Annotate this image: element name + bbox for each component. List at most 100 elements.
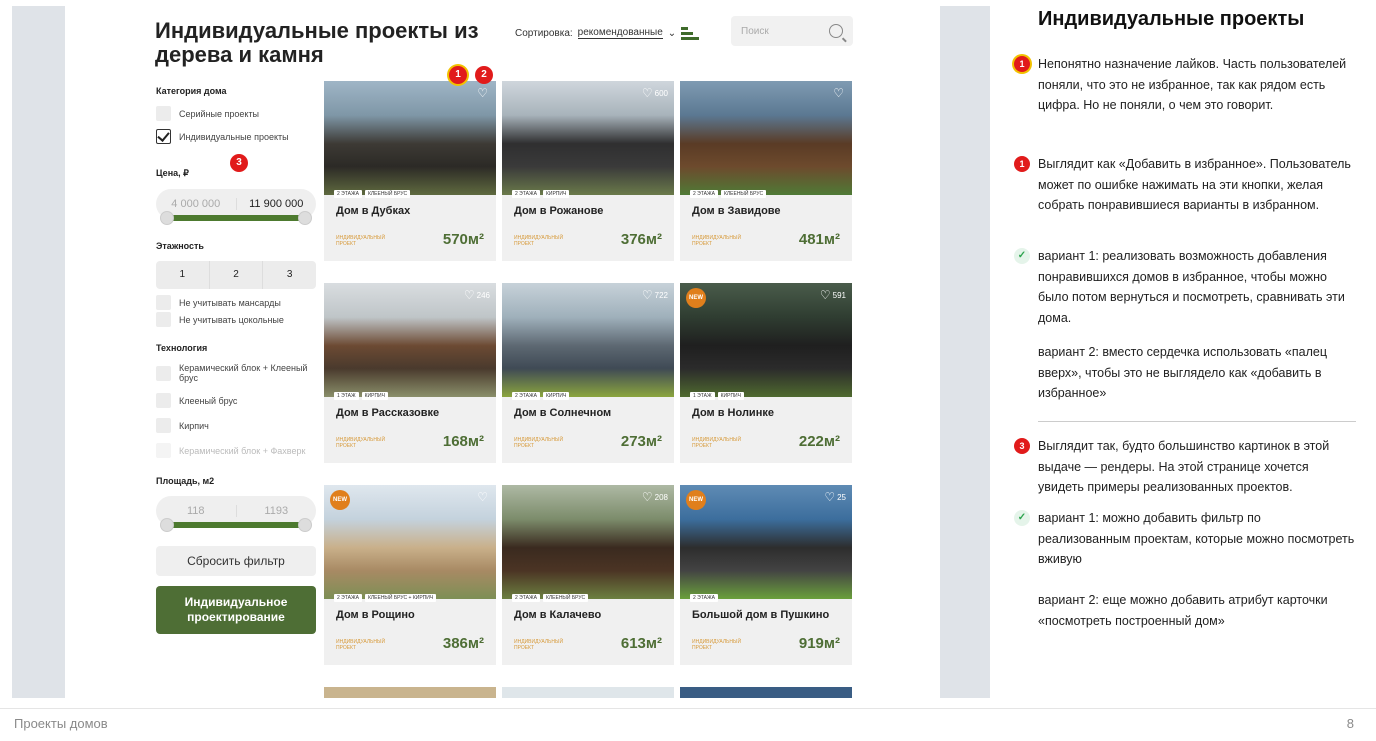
tech-option[interactable]: Кирпич bbox=[156, 418, 316, 433]
slider-handle[interactable] bbox=[298, 211, 312, 225]
presentation-slide: Индивидуальные проекты из дерева и камня… bbox=[0, 0, 1376, 741]
left-margin bbox=[12, 6, 65, 698]
like-button[interactable]: ♡ bbox=[833, 86, 846, 100]
project-card[interactable]: ♡ 246 1 ЭТАЖ КИРПИЧ Дом в Рассказовке ИНДИВИД… bbox=[324, 283, 496, 463]
basement-check[interactable]: Не учитывать цокольные bbox=[156, 312, 316, 327]
sort-order-icon[interactable] bbox=[681, 25, 700, 41]
project-name[interactable]: Дом в Рощино bbox=[336, 609, 415, 621]
like-button[interactable]: ♡ 722 bbox=[642, 288, 668, 302]
search-icon[interactable] bbox=[829, 24, 843, 38]
checkbox[interactable] bbox=[156, 295, 171, 310]
tech-option[interactable]: Керамический блок + Клееный брус bbox=[156, 363, 316, 383]
card-tags: 2 ЭТАЖА КЛЕЕНЫЙ БРУС bbox=[512, 594, 589, 602]
project-name[interactable]: Большой дом в Пушкино bbox=[692, 609, 829, 621]
heart-icon: ♡ bbox=[477, 490, 488, 504]
category-option-serial[interactable]: Серийные проекты bbox=[156, 106, 316, 121]
next-row-card[interactable] bbox=[502, 687, 674, 698]
project-name[interactable]: Дом в Нолинке bbox=[692, 407, 774, 419]
checkbox-label: Клееный брус bbox=[179, 395, 238, 406]
project-name[interactable]: Дом в Рожанове bbox=[514, 205, 603, 217]
like-button[interactable]: ♡ bbox=[477, 86, 490, 100]
project-name[interactable]: Дом в Солнечном bbox=[514, 407, 611, 419]
floor-option[interactable]: 3 bbox=[263, 261, 316, 289]
sort-value[interactable]: рекомендованные bbox=[577, 27, 663, 39]
card-tag: КИРПИЧ bbox=[542, 190, 570, 198]
card-tag: 2 ЭТАЖА bbox=[690, 594, 718, 602]
checkbox[interactable] bbox=[156, 365, 171, 381]
individual-design-button[interactable]: Индивидуальное проектирование bbox=[156, 586, 316, 634]
next-row-card[interactable] bbox=[324, 687, 496, 698]
project-card[interactable]: ♡ NEW 2 ЭТАЖА КЛЕЕНЫЙ БРУС + КИРПИЧ Дом в Ро… bbox=[324, 485, 496, 665]
tech-option[interactable]: Клееный брус bbox=[156, 393, 316, 408]
like-button[interactable]: ♡ 591 bbox=[820, 288, 846, 302]
category-option-individual[interactable]: Индивидуальные проекты bbox=[156, 129, 316, 144]
heart-icon: ♡ bbox=[819, 288, 831, 302]
project-card[interactable]: ♡ 600 2 ЭТАЖА КИРПИЧ Дом в Рожанове ИНДИВИДУА… bbox=[502, 81, 674, 261]
heart-icon: ♡ bbox=[463, 288, 475, 302]
like-button[interactable]: ♡ 208 bbox=[642, 490, 668, 504]
floors-selector[interactable]: 1 2 3 bbox=[156, 261, 316, 289]
note-text: вариант 2: вместо сердечка использовать … bbox=[1038, 345, 1328, 400]
area-slider[interactable] bbox=[160, 518, 312, 532]
checkbox-checked[interactable] bbox=[156, 129, 171, 144]
project-type: ИНДИВИДУАЛЬНЫЙ ПРОЕКТ bbox=[514, 235, 564, 247]
like-count: 600 bbox=[654, 88, 668, 98]
like-button[interactable]: ♡ 25 bbox=[824, 490, 846, 504]
card-tag: 2 ЭТАЖА bbox=[512, 392, 540, 400]
heart-icon: ♡ bbox=[477, 86, 488, 100]
project-name[interactable]: Дом в Рассказовке bbox=[336, 407, 439, 419]
card-tag: 2 ЭТАЖА bbox=[512, 594, 540, 602]
price-min[interactable]: 4 000 000 bbox=[156, 198, 237, 210]
price-slider[interactable] bbox=[160, 211, 312, 225]
area-max[interactable]: 1193 bbox=[237, 505, 317, 517]
like-count: 722 bbox=[654, 290, 668, 300]
like-count: 591 bbox=[832, 290, 846, 300]
sort-control[interactable]: Сортировка: рекомендованные ⌄ bbox=[515, 25, 700, 41]
project-type: ИНДИВИДУАЛЬНЫЙ ПРОЕКТ bbox=[692, 437, 742, 449]
attic-check[interactable]: Не учитывать мансарды bbox=[156, 295, 316, 310]
price-max[interactable]: 11 900 000 bbox=[237, 198, 317, 210]
card-tags: 1 ЭТАЖ КИРПИЧ bbox=[690, 392, 744, 400]
slider-handle[interactable] bbox=[160, 211, 174, 225]
like-button[interactable]: ♡ bbox=[477, 490, 490, 504]
project-name[interactable]: Дом в Дубках bbox=[336, 205, 410, 217]
project-type: ИНДИВИДУАЛЬНЫЙ ПРОЕКТ bbox=[692, 639, 742, 651]
checkbox[interactable] bbox=[156, 312, 171, 327]
project-card[interactable]: ♡ 591 NEW 1 ЭТАЖ КИРПИЧ Дом в Нолинке ИНДИВИДУ… bbox=[680, 283, 852, 463]
page-number: 8 bbox=[1346, 716, 1354, 731]
like-button[interactable]: ♡ 600 bbox=[642, 86, 668, 100]
floor-option[interactable]: 1 bbox=[156, 261, 210, 289]
project-name[interactable]: Дом в Калачево bbox=[514, 609, 601, 621]
area-min[interactable]: 118 bbox=[156, 505, 237, 517]
project-name[interactable]: Дом в Завидове bbox=[692, 205, 781, 217]
annotation-marker: 2 bbox=[475, 66, 493, 84]
checkbox[interactable] bbox=[156, 393, 171, 408]
footer-title: Проекты домов bbox=[14, 716, 108, 731]
checkbox-label: Кирпич bbox=[179, 420, 209, 431]
checkbox[interactable] bbox=[156, 418, 171, 433]
project-card[interactable]: ♡ 722 2 ЭТАЖА КИРПИЧ Дом в Солнечном ИНДИВИДУ… bbox=[502, 283, 674, 463]
next-row-card[interactable] bbox=[680, 687, 852, 698]
slider-handle[interactable] bbox=[160, 518, 174, 532]
project-card[interactable]: ♡ 2 ЭТАЖА КЛЕЕНЫЙ БРУС Дом в Дубках ИНДИВИДУ… bbox=[324, 81, 496, 261]
floor-option[interactable]: 2 bbox=[210, 261, 264, 289]
project-type: ИНДИВИДУАЛЬНЫЙ ПРОЕКТ bbox=[336, 235, 386, 247]
house-photo[interactable] bbox=[680, 81, 852, 195]
project-card[interactable]: ♡ 208 2 ЭТАЖА КЛЕЕНЫЙ БРУС Дом в Калачево ИНД… bbox=[502, 485, 674, 665]
note-text: вариант 1: можно добавить фильтр по реал… bbox=[1038, 511, 1355, 566]
project-card[interactable]: ♡ 2 ЭТАЖА КЛЕЕНЫЙ БРУС Дом в Завидове ИНДИВИ… bbox=[680, 81, 852, 261]
card-tag: 1 ЭТАЖ bbox=[334, 392, 359, 400]
reset-filter-button[interactable]: Сбросить фильтр bbox=[156, 546, 316, 576]
checkbox-label: Керамический блок + Клееный брус bbox=[179, 363, 308, 383]
project-card[interactable]: ♡ 25 NEW 2 ЭТАЖА Большой дом в Пушкино ИНДИВИ… bbox=[680, 485, 852, 665]
checkbox[interactable] bbox=[156, 106, 171, 121]
like-count: 208 bbox=[654, 492, 668, 502]
like-button[interactable]: ♡ 246 bbox=[464, 288, 490, 302]
house-photo[interactable] bbox=[324, 485, 496, 599]
search-input[interactable]: Поиск bbox=[731, 16, 853, 46]
new-badge: NEW bbox=[686, 288, 706, 308]
heart-icon: ♡ bbox=[833, 86, 844, 100]
slider-handle[interactable] bbox=[298, 518, 312, 532]
house-photo[interactable] bbox=[324, 81, 496, 195]
card-tag: КИРПИЧ bbox=[717, 392, 744, 400]
